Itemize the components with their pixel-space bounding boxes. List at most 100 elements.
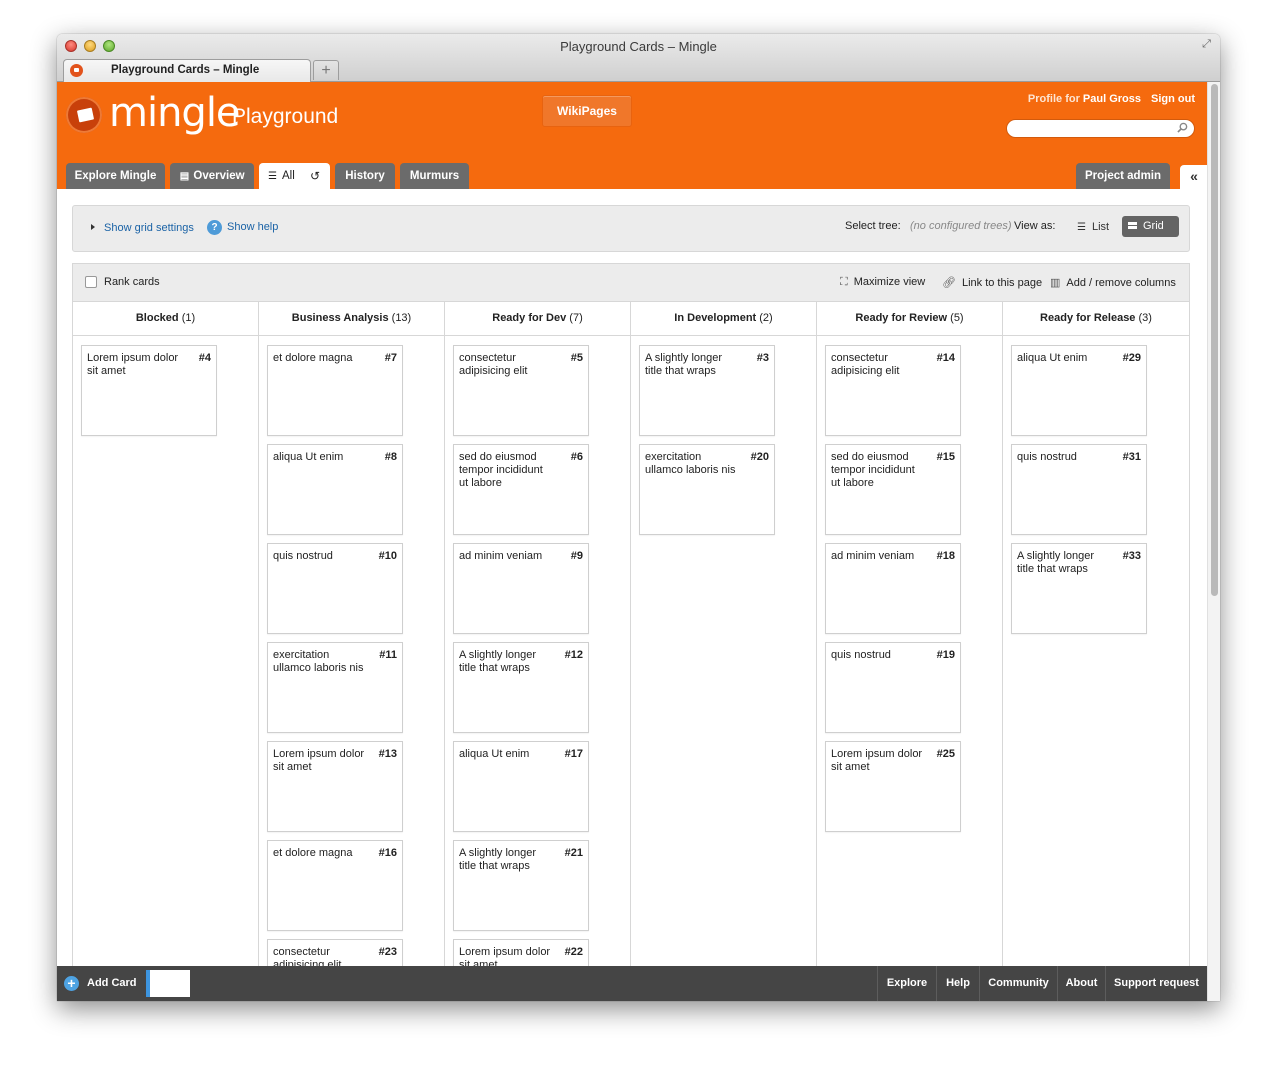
card-number[interactable]: #9 [571,550,583,562]
wikipages-button[interactable]: WikiPages [542,95,632,127]
card-number[interactable]: #31 [1123,451,1141,463]
add-card-icon[interactable]: + [64,976,79,991]
card-number[interactable]: #17 [565,748,583,760]
logo-text[interactable]: mingle [109,90,241,136]
list-icon: ☰ [268,171,277,182]
card[interactable]: quis nostrud #19 [825,642,961,733]
card[interactable]: Lorem ipsum dolor sit amet #13 [267,741,403,832]
card-number[interactable]: #5 [571,352,583,364]
card-number[interactable]: #6 [571,451,583,463]
tab-explore-mingle[interactable]: Explore Mingle [66,163,165,189]
card[interactable]: exercitation ullamco laboris nis #20 [639,444,775,535]
card-number[interactable]: #22 [565,946,583,958]
card-title: Lorem ipsum dolor sit amet [273,748,365,773]
card[interactable]: quis nostrud #10 [267,543,403,634]
card[interactable]: aliqua Ut enim #8 [267,444,403,535]
grid-view-button[interactable]: Grid [1122,216,1179,237]
footer-community-link[interactable]: Community [979,966,1057,1001]
card[interactable]: et dolore magna #16 [267,840,403,931]
sign-out-link[interactable]: Sign out [1151,93,1195,105]
browser-tab[interactable]: Playground Cards – Mingle [63,59,311,82]
card-number[interactable]: #21 [565,847,583,859]
card[interactable]: exercitation ullamco laboris nis #11 [267,642,403,733]
select-tree-label: Select tree: [845,220,901,232]
card[interactable]: ad minim veniam #18 [825,543,961,634]
card-number[interactable]: #8 [385,451,397,463]
card[interactable]: sed do eiusmod tempor incididunt ut labo… [825,444,961,535]
card-number[interactable]: #25 [937,748,955,760]
vertical-scrollbar[interactable] [1207,82,1220,1001]
card-title: exercitation ullamco laboris nis [645,451,736,476]
card-number[interactable]: #12 [565,649,583,661]
column-header[interactable]: Business Analysis (13) [259,301,444,336]
tab-murmurs[interactable]: Murmurs [400,163,469,189]
card[interactable]: A slightly longer title that wraps #21 [453,840,589,931]
column-header[interactable]: Ready for Review (5) [817,301,1002,336]
card[interactable]: consectetur adipisicing elit #14 [825,345,961,436]
footer-explore-link[interactable]: Explore [877,966,936,1001]
card[interactable]: A slightly longer title that wraps #12 [453,642,589,733]
tab-project-admin[interactable]: Project admin [1076,163,1170,189]
card-number[interactable]: #3 [757,352,769,364]
search-icon[interactable] [1177,122,1188,133]
card[interactable]: A slightly longer title that wraps #3 [639,345,775,436]
card-number[interactable]: #29 [1123,352,1141,364]
card-number[interactable]: #7 [385,352,397,364]
mingle-logo-icon[interactable] [66,97,102,133]
card-number[interactable]: #14 [937,352,955,364]
card-number[interactable]: #10 [379,550,397,562]
card[interactable]: ad minim veniam #9 [453,543,589,634]
card-number[interactable]: #11 [379,649,397,661]
card-number[interactable]: #33 [1123,550,1141,562]
browser-tab-title: Playground Cards – Mingle [111,64,260,76]
column-header[interactable]: Ready for Dev (7) [445,301,630,336]
show-grid-settings-link[interactable]: Show grid settings [91,222,194,234]
card-number[interactable]: #18 [937,550,955,562]
card-number[interactable]: #15 [937,451,955,463]
card-title: exercitation ullamco laboris nis [273,649,364,674]
help-icon[interactable]: ? [207,220,222,235]
card[interactable]: aliqua Ut enim #29 [1011,345,1147,436]
tab-all[interactable]: ☰ All ↺ [259,163,330,189]
card[interactable]: sed do eiusmod tempor incididunt ut labo… [453,444,589,535]
footer-support-request-link[interactable]: Support request [1105,966,1207,1001]
footer-about-link[interactable]: About [1057,966,1105,1001]
refresh-icon[interactable]: ↺ [310,163,320,189]
card[interactable]: aliqua Ut enim #17 [453,741,589,832]
card-type-swatch[interactable] [146,970,190,997]
collapse-sidebar-button[interactable]: « [1180,165,1208,189]
card-number[interactable]: #20 [751,451,769,463]
show-help-link[interactable]: Show help [227,221,278,233]
profile-link[interactable]: Profile for Paul Gross [1028,93,1141,105]
tab-overview[interactable]: ▤ Overview [170,163,254,189]
column-header[interactable]: Ready for Release (3) [1003,301,1189,336]
add-card-button[interactable]: Add Card [87,977,137,989]
new-tab-button[interactable]: + [313,60,339,80]
card[interactable]: et dolore magna #7 [267,345,403,436]
link-to-page-link[interactable]: 🔗︎ Link to this page [942,276,1042,289]
project-name[interactable]: Playground [232,105,338,129]
list-view-button[interactable]: ☰ List [1069,217,1117,237]
card[interactable]: Lorem ipsum dolor sit amet #4 [81,345,217,436]
rank-cards-checkbox[interactable] [85,276,97,288]
card-title: A slightly longer title that wraps [1017,550,1095,575]
scrollbar-thumb[interactable] [1211,84,1218,596]
fullscreen-icon[interactable]: ⤢ [1200,38,1213,51]
column-header[interactable]: In Development (2) [631,301,816,336]
column-header[interactable]: Blocked (1) [73,301,258,336]
card-number[interactable]: #19 [937,649,955,661]
card-number[interactable]: #23 [379,946,397,958]
card[interactable]: consectetur adipisicing elit #5 [453,345,589,436]
tab-history[interactable]: History [335,163,395,189]
maximize-view-link[interactable]: ⛶ Maximize view [840,276,925,289]
footer-help-link[interactable]: Help [936,966,979,1001]
card[interactable]: Lorem ipsum dolor sit amet #25 [825,741,961,832]
card[interactable]: A slightly longer title that wraps #33 [1011,543,1147,634]
column-name: Business Analysis [291,312,389,324]
add-remove-columns-link[interactable]: ▥ Add / remove columns [1050,276,1176,289]
card[interactable]: quis nostrud #31 [1011,444,1147,535]
card-number[interactable]: #4 [199,352,211,364]
card-number[interactable]: #13 [379,748,397,760]
search-input[interactable] [1006,119,1195,138]
card-number[interactable]: #16 [379,847,397,859]
